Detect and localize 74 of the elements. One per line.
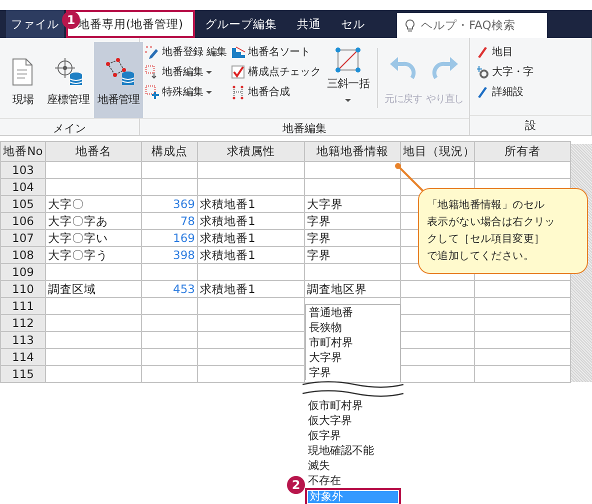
row-number: 115 [0, 366, 46, 382]
column-header: 求積属性 [198, 142, 304, 162]
ribbon-tab[interactable]: セル [330, 10, 375, 38]
group-label: 設 [470, 115, 591, 135]
table-cell: 398 [142, 246, 198, 264]
table-cell: 453 [142, 280, 198, 298]
ribbon-button[interactable]: 構成点チェック [230, 64, 322, 82]
group-label: 地番編集 [140, 118, 469, 138]
row-number: 110 [0, 280, 46, 298]
search-field[interactable]: ヘルプ・FAQ検索 [396, 13, 547, 38]
ribbon-button[interactable]: 大字・字 [474, 64, 535, 82]
check-icon [231, 65, 246, 80]
row-number: 111 [0, 298, 46, 314]
step-number-badge: 2 [287, 476, 305, 494]
column-header: 所有者 [474, 142, 570, 162]
ribbon-button[interactable]: 三斜一括 [324, 42, 372, 118]
group-label: メイン [0, 118, 139, 138]
leader-line [395, 163, 425, 193]
row-number: 105 [0, 196, 46, 212]
pencil-icon [475, 45, 490, 60]
sort-bars-icon [231, 45, 246, 60]
plus-grid-icon [145, 84, 160, 100]
dotted-grid-icon [231, 84, 246, 100]
table-cell: 78 [142, 212, 198, 230]
table-cell: 大字界 [304, 196, 400, 212]
row-number: 113 [0, 332, 46, 348]
ribbon-button[interactable]: 地番合成 [230, 84, 322, 102]
table-cell: 大字〇字い [46, 230, 142, 246]
ribbon-tab[interactable]: グループ編集 [194, 10, 287, 38]
pencil-icon [145, 45, 160, 60]
table-cell: 字界 [304, 230, 400, 246]
row-number: 107 [0, 230, 46, 246]
row-number: 114 [0, 348, 46, 366]
row-number: 108 [0, 246, 46, 264]
table-cell: 369 [142, 196, 198, 212]
ribbon-button[interactable]: 地番編集 [144, 64, 228, 82]
ribbon-button[interactable]: 特殊編集 [144, 84, 228, 102]
row-number: 109 [0, 264, 46, 280]
ribbon-tab[interactable]: 共通 [286, 10, 331, 38]
row-number: 104 [0, 178, 46, 196]
ribbon-button[interactable]: 座標管理 [44, 42, 92, 118]
table-cell: 求積地番1 [198, 246, 304, 264]
column-header: 地目（現況） [400, 142, 474, 162]
table-cell: 169 [142, 230, 198, 246]
table-cell: 大字〇字あ [46, 212, 142, 230]
table-cell: 大字〇字う [46, 246, 142, 264]
table-cell: 調査地区界 [304, 280, 400, 298]
ribbon-tab[interactable]: ファイル [6, 10, 64, 38]
table-cell: 調査区域 [46, 280, 142, 298]
ribbon-button[interactable]: 地番登録 編集 [144, 44, 228, 62]
table-cell: 求積地番1 [198, 230, 304, 246]
ribbon-button[interactable]: 地目 [474, 44, 535, 62]
ribbon-button[interactable]: 地番管理 [94, 42, 143, 118]
table-cell: 求積地番1 [198, 196, 304, 212]
triangle-icon [334, 46, 362, 74]
table-cell: 大字〇 [46, 196, 142, 212]
pencil-icon [475, 84, 490, 100]
column-header: 地番名 [46, 142, 142, 162]
table-cell: 字界 [304, 212, 400, 230]
hint-tooltip: 「地籍地番情報」のセル 表示がない場合は右クリッ クして［セル項目変更］ で追加してください。 [418, 188, 588, 274]
table-cell: 字界 [304, 246, 400, 264]
column-header: 地番No [0, 142, 46, 162]
row-number: 112 [0, 314, 46, 332]
table-cell: 求積地番1 [198, 280, 304, 298]
row-number: 106 [0, 212, 46, 230]
crosshair-database-icon [52, 56, 84, 88]
column-header: 構成点 [142, 142, 198, 162]
column-header: 地籍地番情報 [304, 142, 400, 162]
ribbon-button[interactable]: 現場 [4, 42, 42, 118]
ribbon-button[interactable]: 詳細設 [474, 84, 535, 102]
row-number: 103 [0, 162, 46, 178]
table-cell: 求積地番1 [198, 212, 304, 230]
lightbulb-icon [404, 18, 415, 32]
ribbon-button[interactable]: 地番名ソート [230, 44, 322, 62]
